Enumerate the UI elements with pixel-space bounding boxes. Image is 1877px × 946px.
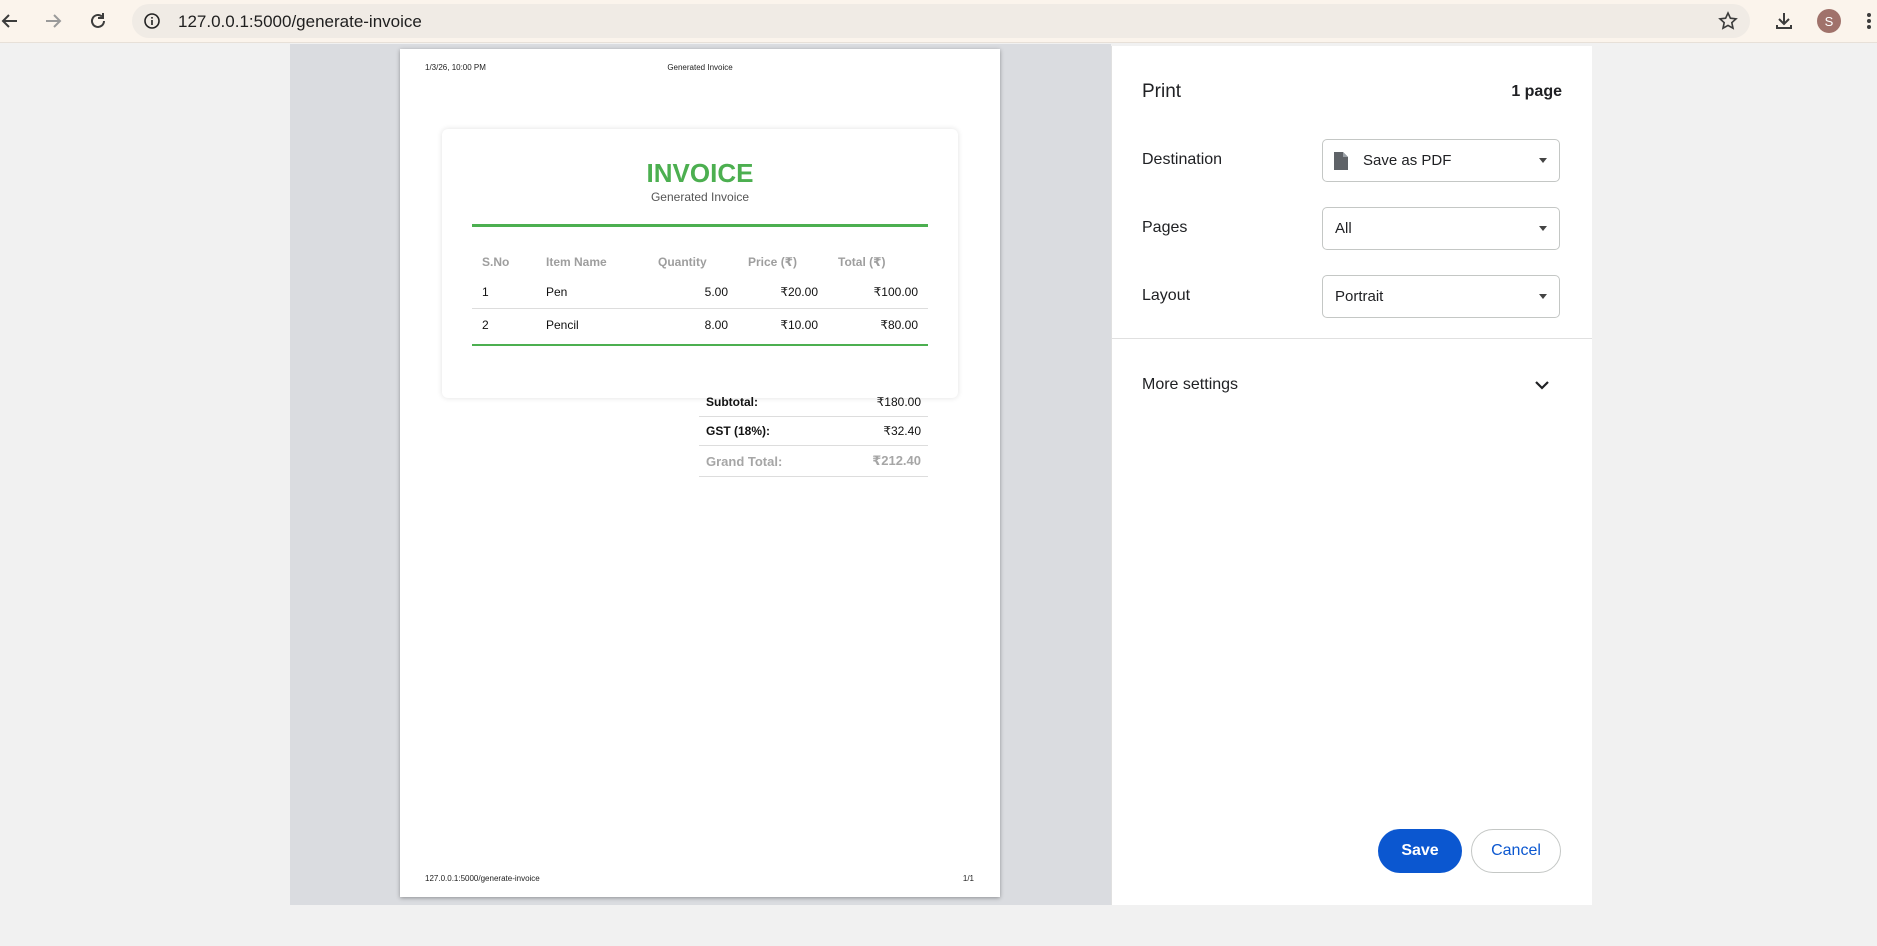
cell-quantity: 5.00 <box>648 276 738 309</box>
destination-value: Save as PDF <box>1363 152 1452 169</box>
url-text[interactable]: 127.0.0.1:5000/generate-invoice <box>178 12 422 32</box>
gst-label: GST (18%): <box>699 416 835 446</box>
address-bar[interactable]: 127.0.0.1:5000/generate-invoice <box>132 4 1750 38</box>
profile-avatar[interactable]: S <box>1817 9 1841 33</box>
dropdown-arrow-icon <box>1539 158 1547 163</box>
cancel-button[interactable]: Cancel <box>1471 829 1561 873</box>
page-footer-number: 1/1 <box>962 874 974 883</box>
table-divider <box>472 344 928 346</box>
column-header: Quantity <box>658 255 707 269</box>
totals-table: Subtotal: ₹180.00 GST (18%): ₹32.40 Gran… <box>699 388 928 477</box>
more-settings-toggle[interactable]: More settings <box>1142 376 1238 394</box>
info-icon[interactable] <box>142 11 162 31</box>
chevron-down-icon[interactable] <box>1532 375 1552 395</box>
cell-price: ₹10.00 <box>780 318 818 332</box>
pages-select[interactable]: All <box>1322 207 1560 250</box>
forward-icon[interactable] <box>39 7 67 35</box>
cell-sno: 1 <box>472 276 536 309</box>
layout-value: Portrait <box>1335 288 1384 305</box>
subtotal-label: Subtotal: <box>699 388 835 417</box>
dropdown-arrow-icon <box>1539 226 1547 231</box>
grand-total-label: Grand Total: <box>699 445 835 477</box>
cell-total: ₹100.00 <box>828 276 928 309</box>
column-header: Price (₹) <box>748 255 798 269</box>
items-table: S.No Item Name Quantity Price (₹) Total … <box>472 248 928 341</box>
download-icon[interactable] <box>1770 7 1798 35</box>
settings-divider <box>1112 338 1592 339</box>
star-icon[interactable] <box>1716 9 1740 33</box>
gst-row: GST (18%): ₹32.40 <box>699 416 928 446</box>
title-divider <box>472 224 928 227</box>
reload-icon[interactable] <box>84 7 112 35</box>
cell-item-name: Pencil <box>546 318 579 332</box>
dropdown-arrow-icon <box>1539 294 1547 299</box>
layout-select[interactable]: Portrait <box>1322 275 1560 318</box>
grand-total-row: Grand Total: ₹212.40 <box>699 445 928 477</box>
page-header-title: Generated Invoice <box>667 63 733 72</box>
gst-value: ₹32.40 <box>834 416 928 446</box>
subtotal-value: ₹180.00 <box>834 388 928 417</box>
print-settings-panel: Print 1 page Destination Save as PDF Pag… <box>1111 46 1592 905</box>
table-header-row: S.No Item Name Quantity Price (₹) Total … <box>472 248 928 276</box>
menu-icon[interactable] <box>1860 7 1877 35</box>
browser-toolbar: 127.0.0.1:5000/generate-invoice S <box>0 0 1877 43</box>
pages-value: All <box>1335 220 1352 237</box>
subtotal-row: Subtotal: ₹180.00 <box>699 388 928 417</box>
invoice-title: INVOICE <box>646 158 754 188</box>
preview-page: 1/3/26, 10:00 PM Generated Invoice INVOI… <box>400 49 1000 897</box>
page-count: 1 page <box>1511 83 1562 100</box>
table-row: 2 Pencil 8.00 ₹10.00 ₹80.00 <box>472 309 928 342</box>
destination-select[interactable]: Save as PDF <box>1322 139 1560 182</box>
table-row: 1 Pen 5.00 ₹20.00 ₹100.00 <box>472 276 928 309</box>
page-footer-url: 127.0.0.1:5000/generate-invoice <box>425 874 540 883</box>
column-header: Total (₹) <box>838 255 886 269</box>
layout-label: Layout <box>1142 287 1191 304</box>
back-icon[interactable] <box>0 7 24 35</box>
print-title: Print <box>1142 81 1182 102</box>
cell-total: ₹80.00 <box>880 318 918 332</box>
column-header: S.No <box>482 255 510 269</box>
pages-label: Pages <box>1142 219 1188 236</box>
destination-label: Destination <box>1142 151 1223 168</box>
grand-total-value: ₹212.40 <box>834 445 928 477</box>
cell-quantity: 8.00 <box>704 318 728 332</box>
invoice-subtitle: Generated Invoice <box>650 190 750 204</box>
document-icon <box>1333 151 1349 176</box>
cell-sno: 2 <box>482 318 489 332</box>
save-button[interactable]: Save <box>1378 829 1462 873</box>
column-header: Item Name <box>546 255 607 269</box>
cell-price: ₹20.00 <box>738 276 828 309</box>
cell-item-name: Pen <box>536 276 648 309</box>
